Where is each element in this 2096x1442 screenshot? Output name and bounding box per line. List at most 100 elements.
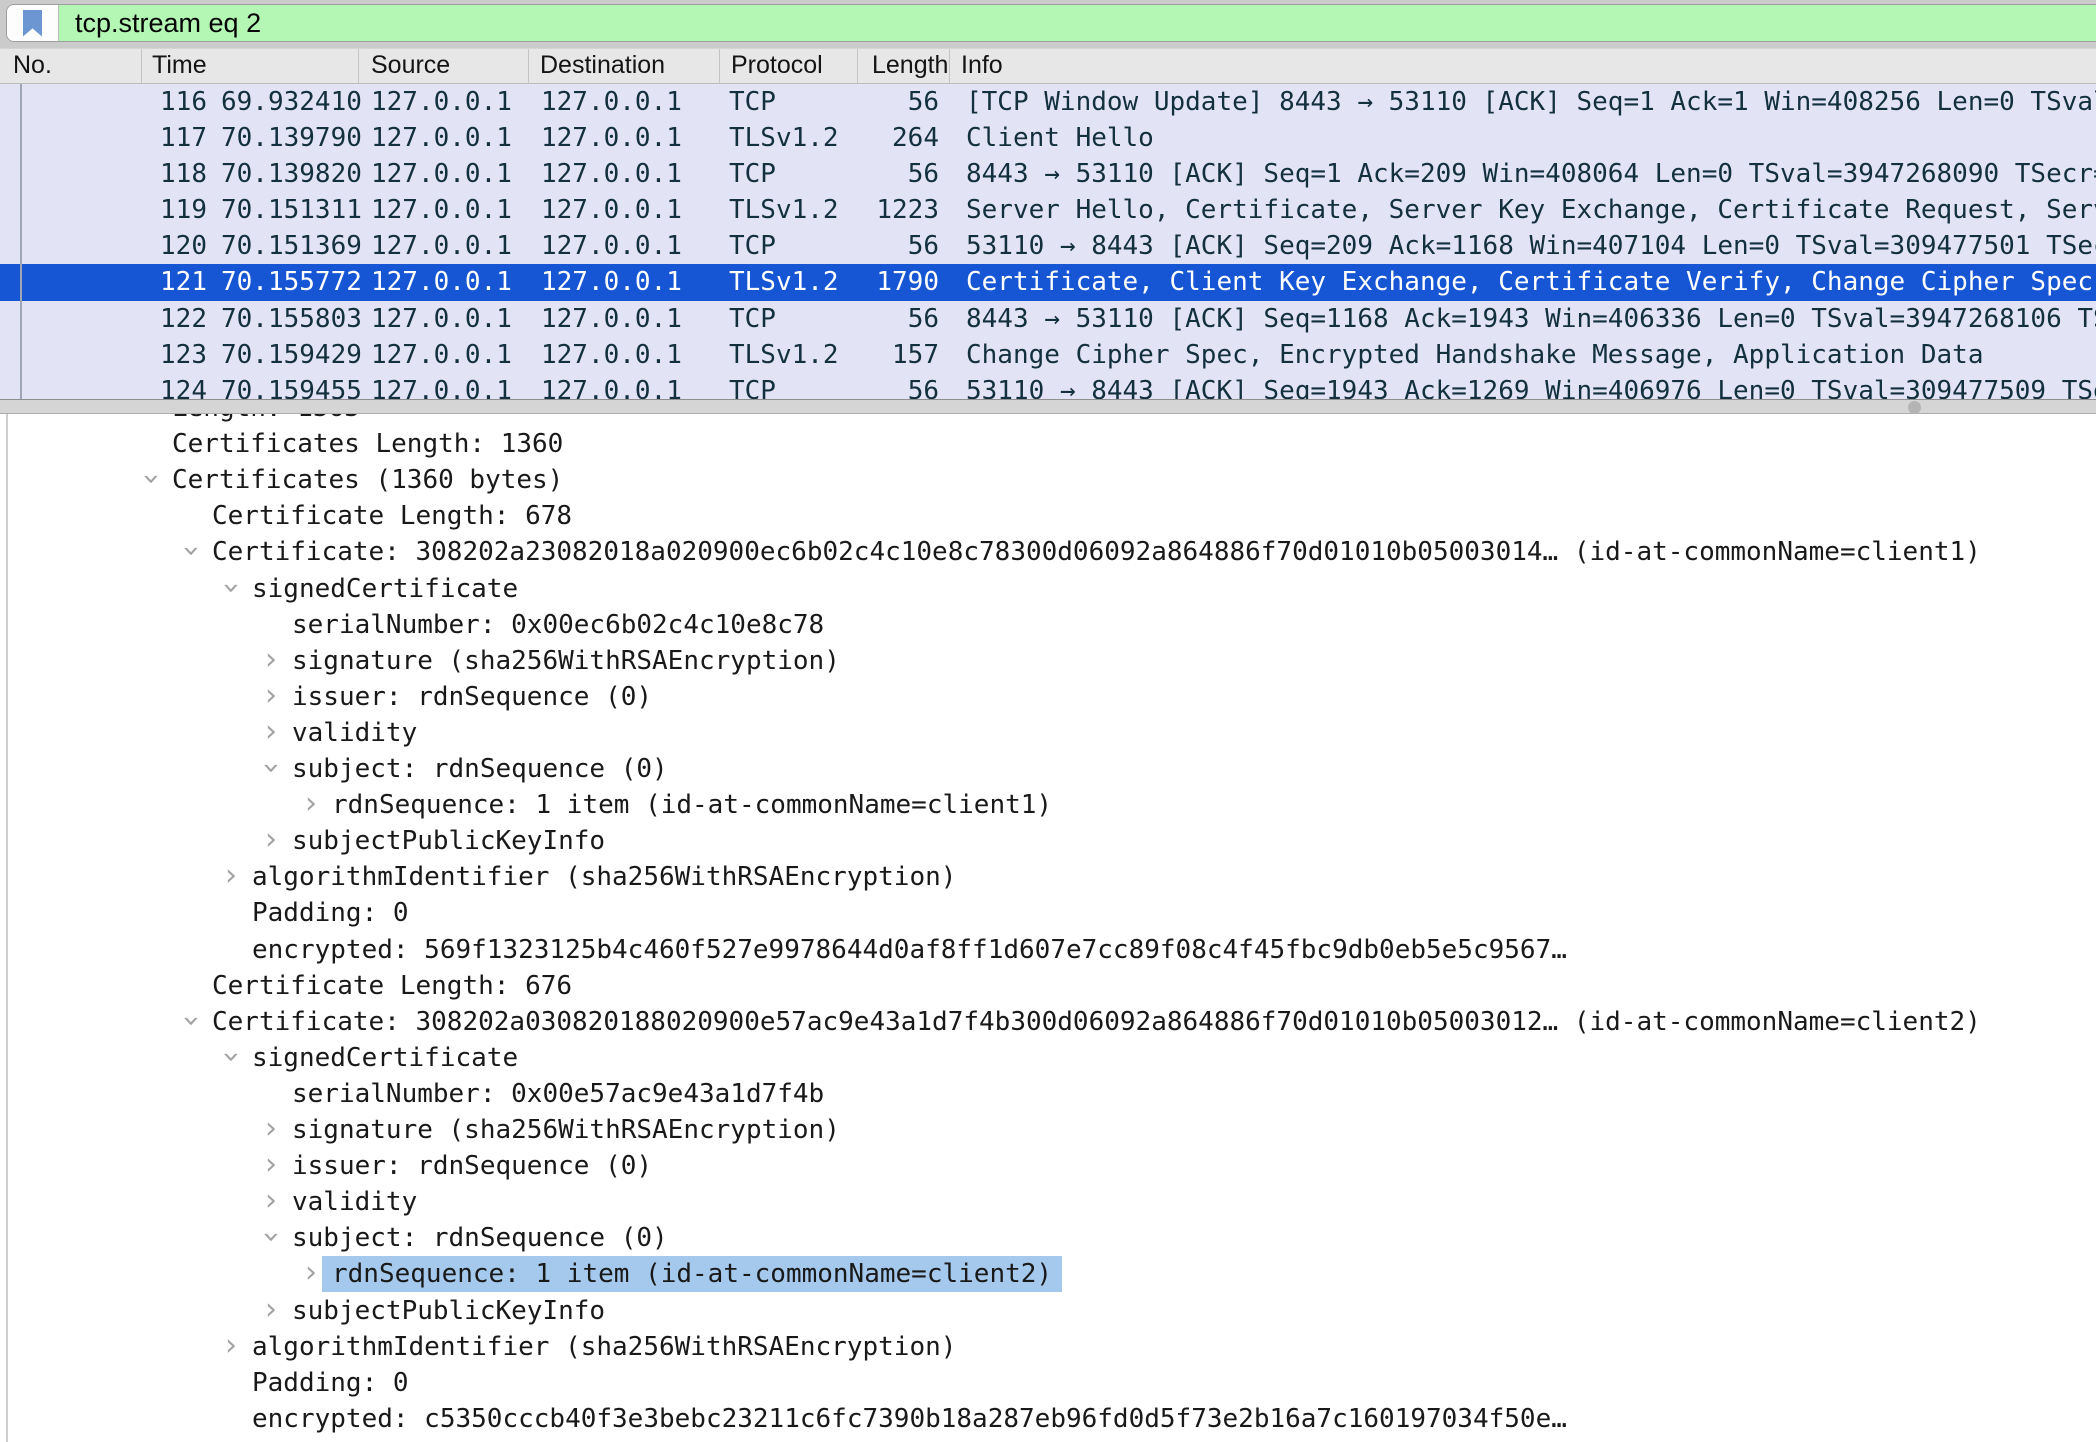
tree-item[interactable]: › subject: rdnSequence (0) <box>0 1220 2096 1256</box>
packet-row-122[interactable]: 122 70.155803 127.0.0.1 127.0.0.1 TCP 56 8443 … <box>0 300 2096 337</box>
chevron-right-icon[interactable]: › <box>219 859 243 893</box>
tree-item[interactable]: › rdnSequence: 1 item (id-at-commonName=c… <box>0 1256 2096 1293</box>
packet-row-123[interactable]: 123 70.159429 127.0.0.1 127.0.0.1 TLSv1.2 157… <box>0 336 2096 373</box>
cell-protocol: TCP <box>729 87 776 117</box>
tree-item-label: Padding: 0 <box>252 898 409 929</box>
chevron-right-icon[interactable]: › <box>219 1329 243 1363</box>
packet-row-119[interactable]: 119 70.151311 127.0.0.1 127.0.0.1 TLSv1.2 122… <box>0 192 2096 229</box>
chevron-down-icon[interactable]: › <box>214 1045 249 1069</box>
tree-item-label: Certificate Length: 676 <box>212 970 573 1001</box>
chevron-down-icon[interactable]: › <box>134 467 169 491</box>
chevron-down-icon[interactable]: › <box>174 539 209 563</box>
tree-item-label: encrypted: 569f1323125b4c460f527e9978644… <box>252 934 1567 965</box>
tree-item[interactable]: Certificates Length: 1360 <box>0 426 2096 462</box>
tree-item-label: rdnSequence: 1 item (id-at-commonName=cl… <box>332 1256 1053 1293</box>
scrollbar-thumb[interactable] <box>1908 401 1921 414</box>
cell-source: 127.0.0.1 <box>371 267 512 298</box>
tree-item[interactable]: › validity <box>0 715 2096 751</box>
tree-item[interactable]: › signature (sha256WithRSAEncryption) <box>0 1112 2096 1148</box>
column-header-no[interactable]: No. <box>0 49 142 83</box>
cell-source: 127.0.0.1 <box>371 231 512 262</box>
column-header-protocol[interactable]: Protocol <box>720 49 858 83</box>
cell-time: 70.151311 <box>221 195 362 226</box>
chevron-down-icon[interactable]: › <box>174 1009 209 1033</box>
cell-no: 123 <box>160 339 207 370</box>
cell-length: 264 <box>892 123 939 154</box>
cell-destination: 127.0.0.1 <box>541 375 682 399</box>
cell-source: 127.0.0.1 <box>371 375 512 399</box>
filter-bookmark-button[interactable] <box>7 5 59 41</box>
cell-protocol: TLSv1.2 <box>729 195 839 226</box>
tree-item[interactable]: Certificate Length: 676 <box>0 968 2096 1004</box>
chevron-right-icon[interactable]: › <box>299 1256 323 1290</box>
packet-row-121[interactable]: 121 70.155772 127.0.0.1 127.0.0.1 TLSv1.2 179… <box>0 264 2096 301</box>
tree-item[interactable]: › signedCertificate <box>0 1040 2096 1076</box>
chevron-right-icon[interactable]: › <box>259 1148 283 1182</box>
chevron-right-icon[interactable]: › <box>299 787 323 821</box>
cell-length: 56 <box>907 375 939 399</box>
packet-row-116[interactable]: 116 69.932410 127.0.0.1 127.0.0.1 TCP 56 [TCP … <box>0 84 2096 121</box>
tree-item[interactable]: › Certificates (1360 bytes) <box>0 462 2096 498</box>
packet-row-124[interactable]: 124 70.159455 127.0.0.1 127.0.0.1 TCP 56 53110… <box>0 372 2096 399</box>
packet-detail-pane: Length: 1363Certificates Length: 1360›Ce… <box>0 414 2096 1442</box>
tree-item[interactable]: › signedCertificate <box>0 571 2096 607</box>
tree-item-label: encrypted: c5350cccb40f3e3bebc23211c6fc7… <box>252 1403 1567 1434</box>
cell-protocol: TLSv1.2 <box>729 339 839 370</box>
tree-item[interactable]: › Certificate: 308202a23082018a020900ec6b… <box>0 534 2096 570</box>
tree-item[interactable]: Padding: 0 <box>0 1365 2096 1401</box>
tree-item[interactable]: › algorithmIdentifier (sha256WithRSAEncry… <box>0 1329 2096 1365</box>
chevron-right-icon[interactable]: › <box>259 643 283 677</box>
column-header-label: Length <box>872 51 949 79</box>
cell-info: [TCP Window Update] 8443 → 53110 [ACK] S… <box>966 87 2096 117</box>
tree-item[interactable]: › algorithmIdentifier (sha256WithRSAEncry… <box>0 859 2096 895</box>
column-header-destination[interactable]: Destination <box>529 49 720 83</box>
tree-item[interactable]: › rdnSequence: 1 item (id-at-commonName=c… <box>0 787 2096 823</box>
cell-no: 121 <box>160 267 207 298</box>
packet-row-120[interactable]: 120 70.151369 127.0.0.1 127.0.0.1 TCP 56 53110… <box>0 228 2096 265</box>
cell-destination: 127.0.0.1 <box>541 339 682 370</box>
tree-item[interactable]: TLSv1.2 Record Layer: Handshake Protocol… <box>0 1437 2096 1442</box>
chevron-right-icon[interactable]: › <box>259 715 283 749</box>
cell-no: 120 <box>160 231 207 262</box>
tree-item-label: issuer: rdnSequence (0) <box>292 1151 653 1182</box>
column-header-label: Destination <box>540 51 666 79</box>
chevron-right-icon[interactable]: › <box>259 1293 283 1327</box>
pane-splitter[interactable] <box>0 399 2096 414</box>
tree-item[interactable]: › issuer: rdnSequence (0) <box>0 679 2096 715</box>
chevron-down-icon[interactable]: › <box>214 576 249 600</box>
display-filter-input[interactable]: tcp.stream eq 2 <box>6 4 2096 42</box>
tree-item[interactable]: encrypted: c5350cccb40f3e3bebc23211c6fc7… <box>0 1401 2096 1437</box>
wireshark-window: tcp.stream eq 2 No. Time Source Destination… <box>0 0 2096 1442</box>
packet-row-118[interactable]: 118 70.139820 127.0.0.1 127.0.0.1 TCP 56 8443 … <box>0 156 2096 193</box>
chevron-down-icon[interactable]: › <box>254 756 289 780</box>
tree-item-label: Certificate Length: 678 <box>212 501 573 532</box>
chevron-down-icon[interactable]: › <box>254 1225 289 1249</box>
column-header-source[interactable]: Source <box>359 49 529 83</box>
tree-item[interactable]: serialNumber: 0x00e57ac9e43a1d7f4b <box>0 1076 2096 1112</box>
tree-item[interactable]: › issuer: rdnSequence (0) <box>0 1148 2096 1184</box>
chevron-right-icon[interactable]: › <box>259 679 283 713</box>
column-header-label: Protocol <box>731 51 823 79</box>
tree-item[interactable]: › subjectPublicKeyInfo <box>0 823 2096 859</box>
chevron-right-icon[interactable]: › <box>259 823 283 857</box>
tree-item[interactable]: serialNumber: 0x00ec6b02c4c10e8c78 <box>0 607 2096 643</box>
column-header-info[interactable]: Info <box>950 49 2096 83</box>
tree-item[interactable]: › signature (sha256WithRSAEncryption) <box>0 643 2096 679</box>
column-header-time[interactable]: Time <box>142 49 359 83</box>
tree-item[interactable]: Certificate Length: 678 <box>0 498 2096 534</box>
tree-item[interactable]: › subject: rdnSequence (0) <box>0 751 2096 787</box>
tree-item[interactable]: › validity <box>0 1184 2096 1220</box>
column-header-length[interactable]: Length <box>858 49 950 83</box>
tree-item[interactable]: Padding: 0 <box>0 895 2096 931</box>
packet-row-117[interactable]: 117 70.139790 127.0.0.1 127.0.0.1 TLSv1.2 264… <box>0 120 2096 157</box>
tree-item[interactable]: › Certificate: 308202a030820188020900e57a… <box>0 1004 2096 1040</box>
tree-item[interactable]: Length: 1363 <box>0 414 2096 426</box>
tree-item[interactable]: › subjectPublicKeyInfo <box>0 1293 2096 1329</box>
cell-source: 127.0.0.1 <box>371 87 512 117</box>
chevron-right-icon[interactable]: › <box>259 1184 283 1218</box>
cell-no: 116 <box>160 87 207 117</box>
tree-item-label: rdnSequence: 1 item (id-at-commonName=cl… <box>332 790 1053 821</box>
tree-item-label: subject: rdnSequence (0) <box>292 1223 668 1254</box>
tree-item[interactable]: encrypted: 569f1323125b4c460f527e9978644… <box>0 932 2096 968</box>
chevron-right-icon[interactable]: › <box>259 1112 283 1146</box>
